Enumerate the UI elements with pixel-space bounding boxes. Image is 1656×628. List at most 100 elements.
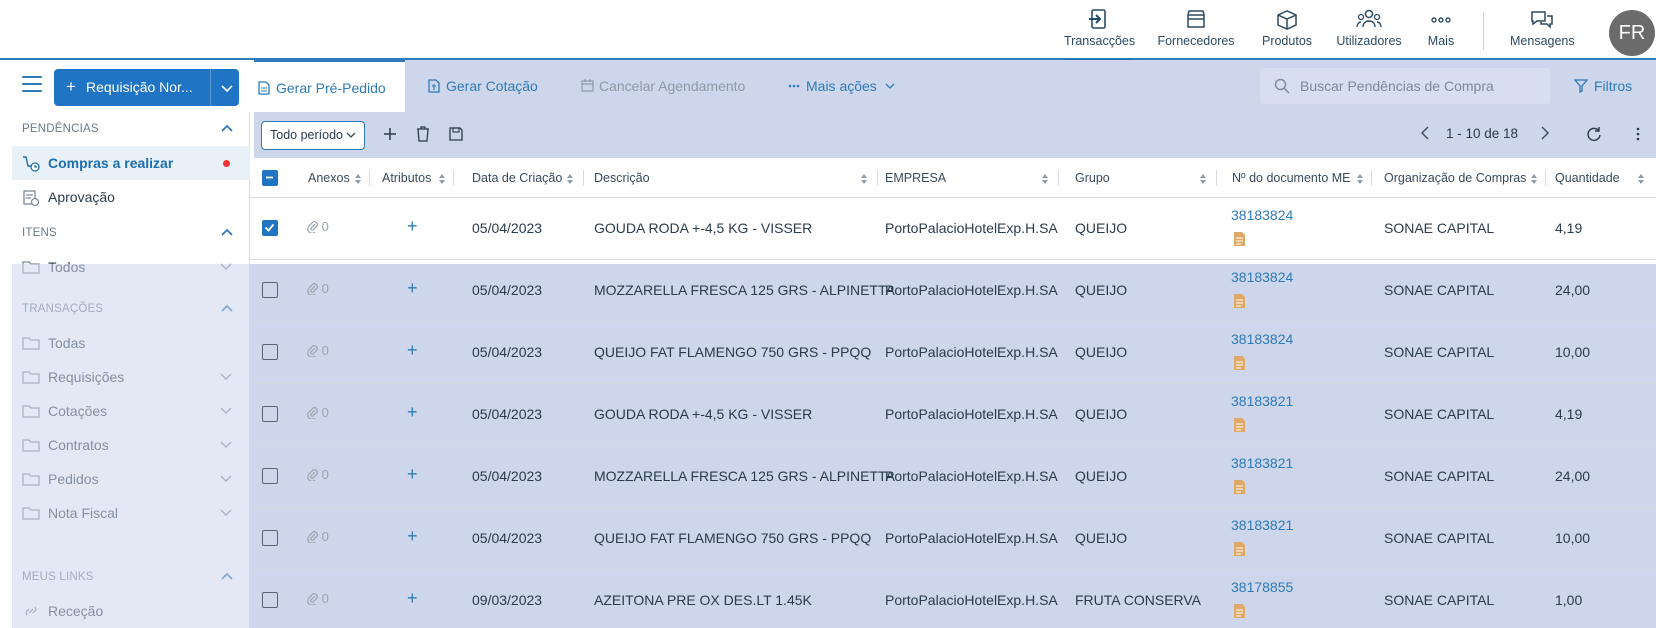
nav-produtos[interactable]: Produtos bbox=[1259, 8, 1315, 60]
column-organizacao-compras[interactable]: Organização de Compras bbox=[1384, 158, 1546, 198]
add-attribute-icon[interactable]: + bbox=[407, 588, 418, 609]
document-icon[interactable] bbox=[1233, 231, 1246, 247]
attachment-count[interactable]: 0 bbox=[307, 343, 329, 358]
column-grupo[interactable]: Grupo bbox=[1075, 158, 1217, 198]
sidebar-item-compras-a-realizar[interactable]: Compras a realizar bbox=[12, 146, 250, 180]
section-header[interactable]: TRANSAÇÕES bbox=[12, 292, 250, 326]
sidebar-item-aprovacao[interactable]: Aprovação bbox=[12, 180, 250, 214]
row-checkbox[interactable] bbox=[262, 406, 278, 422]
column-quantidade[interactable]: Quantidade bbox=[1555, 158, 1649, 198]
row-checkbox[interactable] bbox=[262, 282, 278, 298]
table-row[interactable]: 0 +05/04/2023 MOZZARELLA FRESCA 125 GRS - … bbox=[250, 260, 1656, 322]
sidebar-item-todos[interactable]: Todos bbox=[12, 250, 250, 284]
attachment-count[interactable]: 0 bbox=[307, 281, 329, 296]
add-attribute-icon[interactable]: + bbox=[407, 402, 418, 423]
document-link[interactable]: 38183824 bbox=[1231, 207, 1293, 223]
document-link[interactable]: 38183821 bbox=[1231, 455, 1293, 471]
filter-icon bbox=[1574, 79, 1588, 93]
row-checkbox[interactable] bbox=[262, 220, 278, 236]
sidebar-item-cotacoes[interactable]: Cotações bbox=[12, 394, 250, 428]
avatar[interactable]: FR bbox=[1609, 10, 1655, 56]
attachment-count[interactable]: 0 bbox=[307, 405, 329, 420]
document-icon[interactable] bbox=[1233, 293, 1246, 309]
add-attribute-icon[interactable]: + bbox=[407, 216, 418, 237]
chevron-left-icon[interactable] bbox=[1420, 126, 1430, 140]
column-data-criacao[interactable]: Data de Criação bbox=[472, 158, 584, 198]
search-input[interactable]: Buscar Pendências de Compra bbox=[1260, 68, 1550, 104]
gerar-pre-pedido-button[interactable]: Gerar Pré-Pedido bbox=[254, 60, 405, 112]
attachment-count[interactable]: 0 bbox=[307, 591, 329, 606]
mais-acoes-button[interactable]: Mais ações bbox=[784, 60, 895, 112]
table-row[interactable]: 0 +05/04/2023 GOUDA RODA +-4,5 KG - VISSER… bbox=[250, 384, 1656, 446]
row-checkbox[interactable] bbox=[262, 592, 278, 608]
column-empresa[interactable]: EMPRESA bbox=[885, 158, 1059, 198]
chevron-down-icon[interactable] bbox=[220, 263, 232, 271]
paperclip-icon bbox=[307, 469, 318, 482]
add-attribute-icon[interactable]: + bbox=[407, 278, 418, 299]
select-all-checkbox[interactable] bbox=[262, 170, 278, 186]
hamburger-menu-icon[interactable] bbox=[22, 76, 42, 94]
new-requisition-button[interactable]: + Requisição Nor... bbox=[54, 69, 239, 106]
section-header[interactable]: ITENS bbox=[12, 216, 250, 250]
gerar-cotacao-button[interactable]: Gerar Cotação bbox=[424, 60, 538, 112]
trash-icon[interactable] bbox=[416, 126, 430, 142]
add-attribute-icon[interactable]: + bbox=[407, 340, 418, 361]
table-row[interactable]: 0 +05/04/2023 MOZZARELLA FRESCA 125 GRS - … bbox=[250, 446, 1656, 508]
sidebar-item-requisicoes[interactable]: Requisições bbox=[12, 360, 250, 394]
nav-mais[interactable]: Mais bbox=[1427, 8, 1455, 60]
add-attribute-icon[interactable]: + bbox=[407, 526, 418, 547]
document-link[interactable]: 38183821 bbox=[1231, 517, 1293, 533]
section-header[interactable]: MEUS LINKS bbox=[12, 560, 250, 594]
column-anexos[interactable]: Anexos bbox=[308, 158, 370, 198]
chevron-down-icon[interactable] bbox=[220, 475, 232, 483]
refresh-icon[interactable] bbox=[1586, 126, 1602, 142]
attachment-count[interactable]: 0 bbox=[307, 467, 329, 482]
nav-utilizadores[interactable]: Utilizadores bbox=[1336, 8, 1402, 60]
section-header[interactable]: PENDÊNCIAS bbox=[12, 112, 250, 146]
row-checkbox[interactable] bbox=[262, 468, 278, 484]
column-documento-me[interactable]: Nº do documento ME bbox=[1232, 158, 1372, 198]
table-row[interactable]: 0 +05/04/2023 QUEIJO FAT FLAMENGO 750 GRS … bbox=[250, 322, 1656, 384]
column-atributos[interactable]: Atributos bbox=[382, 158, 454, 198]
chevron-down-icon[interactable] bbox=[217, 78, 237, 98]
document-icon[interactable] bbox=[1233, 479, 1246, 495]
sort-icon bbox=[861, 174, 867, 184]
document-icon[interactable] bbox=[1233, 417, 1246, 433]
sidebar-item-rececao[interactable]: Receção bbox=[12, 594, 250, 628]
attachment-count[interactable]: 0 bbox=[307, 529, 329, 544]
chevron-down-icon[interactable] bbox=[220, 373, 232, 381]
save-icon[interactable] bbox=[449, 126, 463, 142]
chevron-down-icon[interactable] bbox=[220, 441, 232, 449]
document-icon[interactable] bbox=[1233, 355, 1246, 371]
document-link[interactable]: 38183821 bbox=[1231, 393, 1293, 409]
chevron-right-icon[interactable] bbox=[1540, 126, 1550, 140]
chevron-down-icon[interactable] bbox=[220, 509, 232, 517]
nav-fornecedores[interactable]: Fornecedores bbox=[1156, 8, 1236, 60]
document-link[interactable]: 38183824 bbox=[1231, 331, 1293, 347]
sidebar-item-nota-fiscal[interactable]: Nota Fiscal bbox=[12, 496, 250, 530]
period-select[interactable]: Todo período bbox=[261, 121, 365, 150]
nav-transacoes[interactable]: Transacções bbox=[1064, 8, 1135, 62]
filtros-button[interactable]: Filtros bbox=[1574, 60, 1632, 112]
sort-icon bbox=[1531, 174, 1537, 184]
sidebar-item-contratos[interactable]: Contratos bbox=[12, 428, 250, 462]
document-link[interactable]: 38178855 bbox=[1231, 579, 1293, 595]
kebab-menu-icon[interactable] bbox=[1635, 126, 1641, 142]
add-icon[interactable] bbox=[382, 126, 398, 142]
nav-mensagens[interactable]: Mensagens bbox=[1510, 8, 1575, 60]
attachment-count[interactable]: 0 bbox=[307, 219, 329, 234]
table-row[interactable]: 0 +05/04/2023 QUEIJO FAT FLAMENGO 750 GRS … bbox=[250, 508, 1656, 570]
sidebar-item-pedidos[interactable]: Pedidos bbox=[12, 462, 250, 496]
cancelar-agendamento-button[interactable]: Cancelar Agendamento bbox=[577, 60, 745, 112]
document-icon[interactable] bbox=[1233, 603, 1246, 619]
row-checkbox[interactable] bbox=[262, 530, 278, 546]
table-row[interactable]: 0 +09/03/2023 AZEITONA PRE OX DES.LT 1.45K… bbox=[250, 570, 1656, 628]
sidebar-item-todas[interactable]: Todas bbox=[12, 326, 250, 360]
table-row[interactable]: 0 +05/04/2023 GOUDA RODA +-4,5 KG - VISSER… bbox=[250, 198, 1656, 260]
row-checkbox[interactable] bbox=[262, 344, 278, 360]
add-attribute-icon[interactable]: + bbox=[407, 464, 418, 485]
document-link[interactable]: 38183824 bbox=[1231, 269, 1293, 285]
column-descricao[interactable]: Descrição bbox=[594, 158, 878, 198]
chevron-down-icon[interactable] bbox=[220, 407, 232, 415]
document-icon[interactable] bbox=[1233, 541, 1246, 557]
